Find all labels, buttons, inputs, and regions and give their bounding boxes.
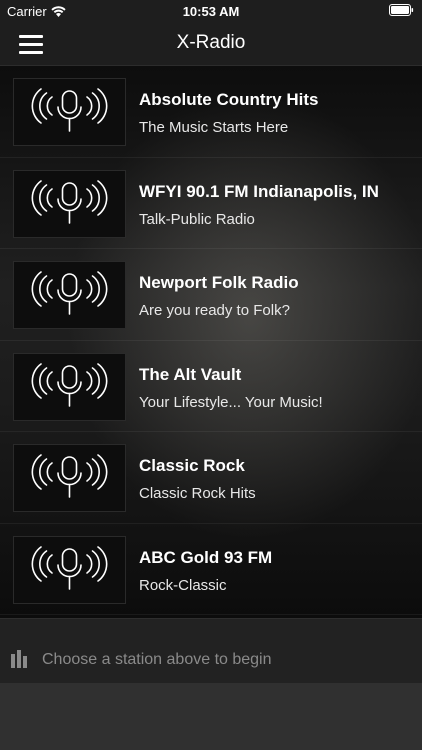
- station-name: Absolute Country Hits: [139, 90, 319, 109]
- battery-icon: [389, 4, 414, 19]
- station-description: Are you ready to Folk?: [139, 302, 290, 319]
- station-description: Rock-Classic: [139, 576, 227, 594]
- microphone-broadcast-icon: [13, 169, 126, 238]
- equalizer-icon: [11, 650, 31, 668]
- station-name: Newport Folk Radio: [139, 273, 299, 292]
- station-row[interactable]: Classic Rock Classic Rock Hits: [0, 432, 422, 524]
- station-description: Your Lifestyle... Your Music!: [139, 393, 323, 411]
- microphone-broadcast-icon: [13, 444, 126, 512]
- microphone-broadcast-icon: [13, 261, 126, 329]
- status-time: 10:53 AM: [182, 4, 240, 19]
- microphone-broadcast-icon: [13, 535, 126, 604]
- station-row[interactable]: Newport Folk Radio Are you ready to Folk…: [0, 249, 422, 341]
- player-status-text: Choose a station above to begin: [42, 651, 272, 668]
- station-row[interactable]: ABC Gold 93 FM Rock-Classic: [0, 524, 422, 615]
- station-list: Absolute Country Hits The Music Starts H…: [0, 66, 422, 618]
- nav-bar: X-Radio: [0, 22, 422, 66]
- station-description: Classic Rock Hits: [139, 485, 256, 502]
- page-title: X-Radio: [176, 32, 246, 53]
- station-row[interactable]: The Alt Vault Your Lifestyle... Your Mus…: [0, 341, 422, 432]
- microphone-broadcast-icon: [13, 78, 126, 146]
- station-row[interactable]: WFYI 90.1 FM Indianapolis, IN Talk-Publi…: [0, 158, 422, 249]
- station-description: The Music Starts Here: [139, 119, 289, 136]
- station-name: Classic Rock: [139, 456, 245, 475]
- station-description: Talk-Public Radio: [139, 210, 255, 228]
- station-name: ABC Gold 93 FM: [139, 547, 273, 567]
- station-name: The Alt Vault: [139, 364, 242, 384]
- station-row[interactable]: Absolute Country Hits The Music Starts H…: [0, 66, 422, 158]
- station-name: WFYI 90.1 FM Indianapolis, IN: [139, 181, 379, 201]
- microphone-broadcast-icon: [13, 352, 126, 421]
- status-bar: Carrier 10:53 AM: [0, 0, 422, 22]
- player-bar[interactable]: Choose a station above to begin: [0, 618, 422, 683]
- bottom-area: [0, 683, 422, 750]
